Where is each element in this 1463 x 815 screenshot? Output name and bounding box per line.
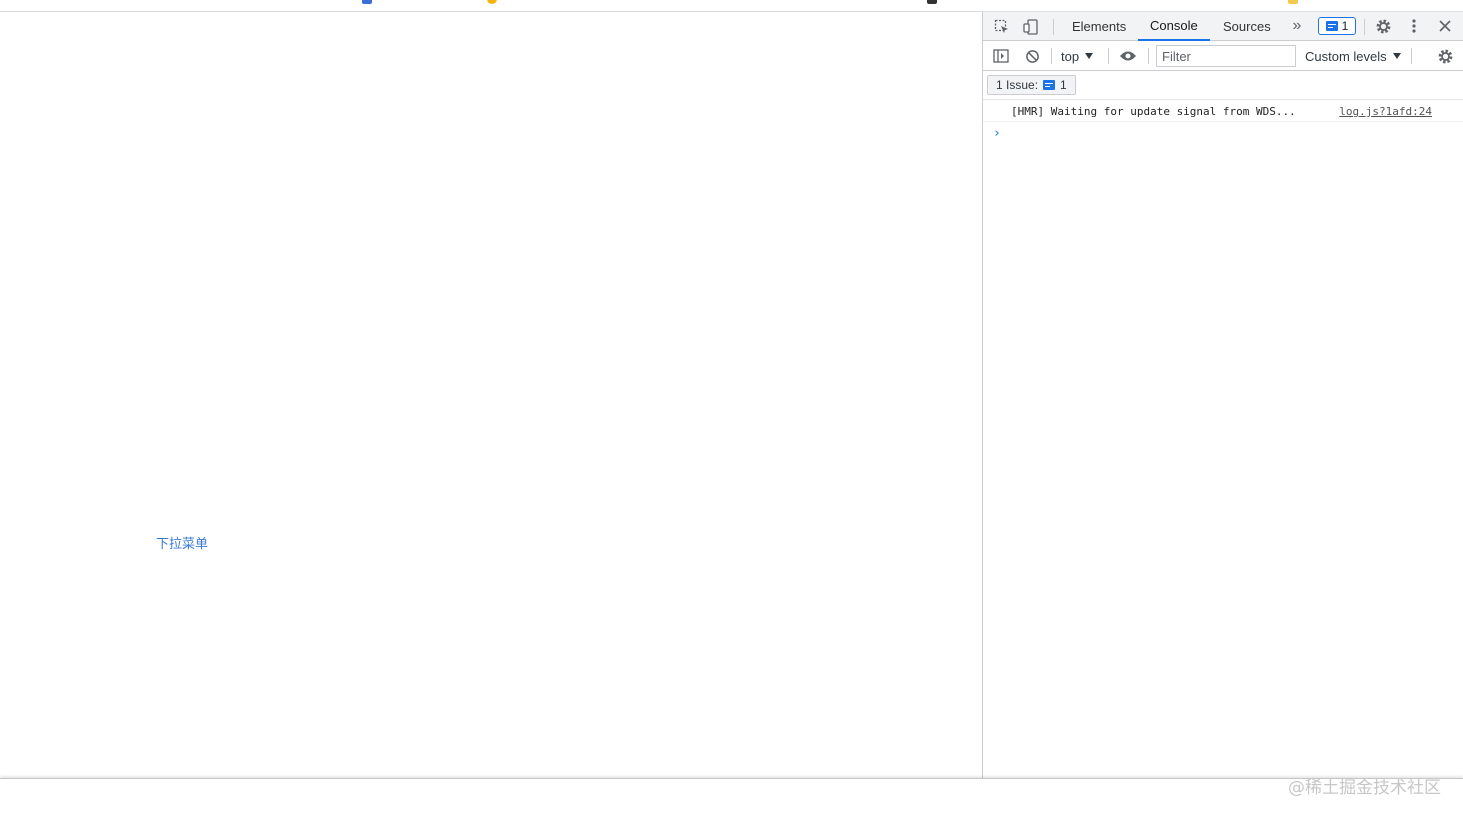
filter-input[interactable]	[1156, 45, 1296, 67]
tab-console[interactable]: Console	[1138, 12, 1210, 41]
message-icon	[1325, 21, 1338, 31]
divider	[1108, 48, 1109, 64]
dropdown-menu-link[interactable]: 下拉菜单	[156, 533, 208, 552]
console-settings-gear-icon[interactable]	[1434, 45, 1456, 67]
console-prompt-chevron-icon[interactable]: ›	[993, 126, 1001, 141]
devtools-tab-bar: Elements Console Sources » 1	[983, 12, 1463, 41]
live-expression-eye-icon[interactable]	[1117, 45, 1139, 67]
issues-bar-count: 1	[1060, 78, 1067, 92]
context-label: top	[1061, 48, 1080, 64]
issues-button[interactable]: 1 Issue: 1	[987, 75, 1076, 95]
divider	[1411, 48, 1412, 64]
device-toolbar-icon[interactable]	[1020, 16, 1042, 38]
chevron-down-icon	[1085, 53, 1094, 59]
tab-sources[interactable]: Sources	[1211, 12, 1283, 41]
issues-count: 1	[1341, 19, 1349, 33]
log-levels-dropdown[interactable]: Custom levels	[1305, 47, 1401, 65]
inspect-element-icon[interactable]	[991, 16, 1013, 38]
more-tabs-icon[interactable]: »	[1286, 15, 1308, 37]
browser-window: 下拉菜单 Elements Console Sources » 1 top Fi…	[0, 0, 1463, 815]
bookmark-icon[interactable]	[487, 0, 497, 4]
settings-gear-icon[interactable]	[1372, 15, 1394, 37]
divider	[1364, 19, 1365, 35]
sidebar-toggle-icon[interactable]	[990, 45, 1012, 67]
devtools-panel: Elements Console Sources » 1 top Filter …	[982, 12, 1463, 778]
issues-label: 1 Issue:	[996, 78, 1039, 92]
bookmarks-bar	[0, 0, 1463, 12]
context-selector[interactable]: top	[1061, 47, 1094, 65]
watermark: @稀土掘金技术社区	[1288, 778, 1441, 798]
log-levels-label: Custom levels	[1305, 48, 1387, 64]
bookmark-icon[interactable]	[927, 0, 937, 4]
tab-elements[interactable]: Elements	[1060, 12, 1138, 41]
chevron-down-icon	[1392, 53, 1401, 59]
message-icon	[1043, 80, 1056, 90]
page-viewport: 下拉菜单	[0, 12, 982, 778]
more-options-icon[interactable]	[1403, 15, 1425, 37]
issues-bar: 1 Issue: 1	[983, 71, 1463, 100]
window-bottom-edge	[0, 778, 1463, 815]
console-message-row: [HMR] Waiting for update signal from WDS…	[983, 100, 1463, 122]
console-toolbar: top Custom levels	[983, 41, 1463, 71]
issues-badge[interactable]: 1	[1318, 17, 1356, 35]
bookmark-icon[interactable]	[362, 0, 372, 4]
divider	[1051, 48, 1052, 64]
divider	[1053, 19, 1054, 35]
close-icon[interactable]	[1434, 15, 1456, 37]
bookmark-icon[interactable]	[1288, 0, 1298, 4]
clear-console-icon[interactable]	[1021, 45, 1043, 67]
divider	[1148, 48, 1149, 64]
console-message-source-link[interactable]: log.js?1afd:24	[1339, 105, 1432, 118]
console-message-text: [HMR] Waiting for update signal from WDS…	[1011, 105, 1296, 118]
